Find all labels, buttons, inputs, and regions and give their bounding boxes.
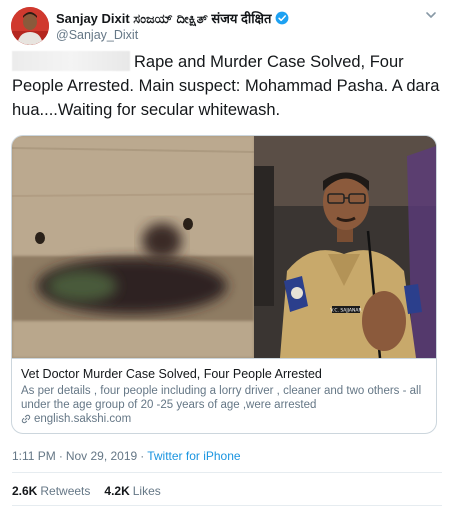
author-info: Sanjay Dixit ಸಂಜಯ್ ದೀಕ್ಷಿತ್ संजय दीक्षित…: [56, 9, 289, 42]
likes-label: Likes: [132, 484, 161, 498]
retweets-count: 2.6K: [12, 484, 38, 498]
chevron-down-icon[interactable]: [425, 9, 437, 21]
meta-separator: ·: [140, 449, 145, 463]
retweets-stat[interactable]: 2.6K Retweets: [12, 484, 90, 498]
retweets-label: Retweets: [40, 484, 91, 498]
likes-count: 4.2K: [104, 484, 130, 498]
card-description: As per details , four people including a…: [21, 385, 422, 411]
link-icon: [21, 414, 31, 424]
tweet: Sanjay Dixit ಸಂಜಯ್ ದೀಕ್ಷಿತ್ संजय दीक्षित…: [0, 0, 454, 510]
tweet-text: Rape and Murder Case Solved, Four People…: [12, 50, 442, 122]
card-info: Vet Doctor Murder Case Solved, Four Peop…: [12, 358, 436, 433]
card-image: V.C. SAJJANAR: [12, 136, 436, 358]
card-domain: english.sakshi.com: [34, 413, 132, 425]
author-name[interactable]: Sanjay Dixit ಸಂಜಯ್ ದೀಕ್ಷಿತ್ संजय दीक्षित: [56, 9, 271, 27]
tweet-date[interactable]: Nov 29, 2019: [66, 449, 137, 463]
verified-badge-icon: [275, 11, 289, 25]
officer-name-tag: V.C. SAJJANAR: [330, 308, 361, 314]
card-link[interactable]: english.sakshi.com: [21, 413, 131, 425]
author-avatar[interactable]: [11, 7, 49, 45]
meta-separator: ·: [58, 449, 63, 463]
card-title: Vet Doctor Murder Case Solved, Four Peop…: [21, 367, 322, 381]
profile-photo-icon: [11, 7, 49, 45]
divider: [12, 505, 442, 506]
likes-stat[interactable]: 4.2K Likes: [104, 484, 160, 498]
tweet-source-link[interactable]: Twitter for iPhone: [147, 449, 240, 463]
author-handle[interactable]: @Sanjay_Dixit: [56, 28, 289, 42]
link-card[interactable]: V.C. SAJJANAR Vet Doctor Murder Case Sol…: [11, 135, 437, 434]
redacted-text-block: [12, 51, 130, 71]
tweet-meta: 1:11 PM · Nov 29, 2019 · Twitter for iPhone: [12, 449, 241, 463]
tweet-stats: 2.6K Retweets 4.2K Likes: [12, 484, 175, 498]
divider: [12, 472, 442, 473]
tweet-time[interactable]: 1:11 PM: [12, 449, 56, 463]
author-name-row: Sanjay Dixit ಸಂಜಯ್ ದೀಕ್ಷಿತ್ संजय दीक्षित: [56, 9, 289, 27]
